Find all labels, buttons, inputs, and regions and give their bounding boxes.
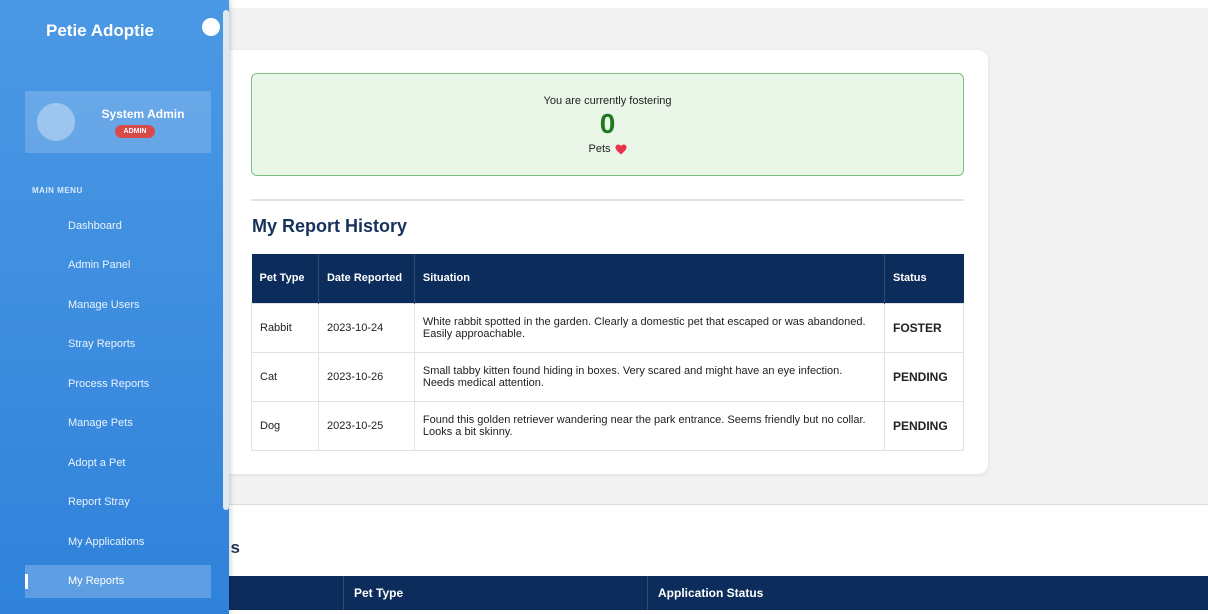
report-history-table: Pet Type Date Reported Situation Status … bbox=[251, 254, 964, 451]
sidebar-item-manage-pets[interactable]: Manage Pets bbox=[25, 404, 211, 444]
sidebar-item-label: Manage Pets bbox=[68, 417, 133, 430]
sidebar-toggle-button[interactable] bbox=[202, 18, 220, 36]
table-row[interactable]: Dog 2023-10-25 Found this golden retriev… bbox=[251, 400, 964, 451]
table-row[interactable]: Rabbit 2023-10-24 White rabbit spotted i… bbox=[251, 302, 964, 353]
user-profile-card[interactable]: System Admin ADMIN bbox=[25, 91, 211, 153]
column-header-application-status[interactable]: Application Status bbox=[648, 576, 1208, 610]
app-logo-text[interactable]: Petie Adoptie bbox=[0, 21, 200, 41]
report-history-title: My Report History bbox=[252, 216, 408, 236]
sidebar-item-report-stray[interactable]: Report Stray bbox=[25, 483, 211, 523]
sidebar-item-adopt-a-pet[interactable]: Adopt a Pet bbox=[25, 443, 211, 483]
avatar bbox=[37, 103, 75, 141]
column-header-date-reported[interactable]: Date Reported bbox=[318, 254, 415, 303]
fostering-unit-row: Pets bbox=[252, 143, 963, 155]
sidebar-item-label: Admin Panel bbox=[68, 259, 131, 272]
menu-section-label: MAIN MENU bbox=[32, 186, 83, 195]
cell-date: 2023-10-25 bbox=[317, 400, 415, 451]
fostering-unit: Pets bbox=[588, 143, 611, 155]
sidebar-item-dashboard[interactable]: Dashboard bbox=[25, 206, 211, 246]
sidebar-item-stray-reports[interactable]: Stray Reports bbox=[25, 325, 211, 365]
column-header-pet-type[interactable]: Pet Type bbox=[344, 576, 648, 610]
section-divider bbox=[251, 199, 964, 201]
fostering-summary: You are currently fostering 0 Pets bbox=[251, 73, 964, 176]
user-name: System Admin bbox=[101, 107, 185, 121]
main-menu: Dashboard Admin Panel Manage Users Stray… bbox=[25, 206, 211, 598]
cell-situation: Small tabby kitten found hiding in boxes… bbox=[413, 351, 886, 402]
table-header-row: Pet Type Date Reported Situation Status bbox=[251, 254, 964, 303]
sidebar-item-manage-users[interactable]: Manage Users bbox=[25, 285, 211, 325]
column-header-application[interactable] bbox=[228, 576, 344, 610]
sidebar-item-label: Process Reports bbox=[68, 377, 150, 390]
cell-date: 2023-10-26 bbox=[317, 351, 415, 402]
fostering-count: 0 bbox=[599, 108, 616, 139]
fostering-intro: You are currently fostering bbox=[543, 95, 672, 107]
sidebar-item-label: My Applications bbox=[68, 535, 145, 548]
sidebar-item-label: Report Stray bbox=[68, 496, 130, 509]
column-header-pet-type[interactable]: Pet Type bbox=[251, 254, 319, 303]
sidebar-item-label: Adopt a Pet bbox=[68, 456, 126, 469]
column-header-situation[interactable]: Situation bbox=[414, 254, 886, 303]
sidebar-scrollbar[interactable] bbox=[223, 10, 229, 510]
sidebar-item-process-reports[interactable]: Process Reports bbox=[25, 364, 211, 404]
page: You are currently fostering 0 Pets My Re… bbox=[0, 0, 1208, 614]
cell-pet-type: Dog bbox=[251, 400, 319, 451]
sidebar-item-label: My Reports bbox=[68, 575, 125, 587]
sidebar-item-label: Manage Users bbox=[68, 298, 140, 311]
cell-situation: Found this golden retriever wandering ne… bbox=[413, 400, 886, 451]
cell-situation: White rabbit spotted in the garden. Clea… bbox=[413, 302, 886, 353]
cell-pet-type: Rabbit bbox=[251, 302, 319, 353]
cell-date: 2023-10-24 bbox=[317, 302, 415, 353]
sidebar-item-label: Stray Reports bbox=[68, 338, 136, 351]
status-badge: PENDING bbox=[884, 400, 964, 451]
column-header-status[interactable]: Status bbox=[884, 254, 964, 303]
cell-pet-type: Cat bbox=[251, 351, 319, 402]
sidebar-item-label: Dashboard bbox=[68, 219, 122, 232]
applications-table-header: Pet Type Application Status bbox=[228, 576, 1208, 610]
sidebar: Petie Adoptie System Admin ADMIN MAIN ME… bbox=[0, 0, 229, 614]
dashboard-card: You are currently fostering 0 Pets My Re… bbox=[220, 50, 988, 474]
active-indicator bbox=[25, 573, 28, 589]
sidebar-item-my-applications[interactable]: My Applications bbox=[25, 522, 211, 562]
sidebar-item-my-reports[interactable]: My Reports bbox=[25, 564, 211, 598]
status-badge: FOSTER bbox=[884, 302, 964, 353]
sidebar-item-admin-panel[interactable]: Admin Panel bbox=[25, 246, 211, 286]
table-row[interactable]: Cat 2023-10-26 Small tabby kitten found … bbox=[251, 351, 964, 402]
heart-icon bbox=[615, 144, 626, 154]
role-badge: ADMIN bbox=[115, 125, 155, 138]
status-badge: PENDING bbox=[884, 351, 964, 402]
